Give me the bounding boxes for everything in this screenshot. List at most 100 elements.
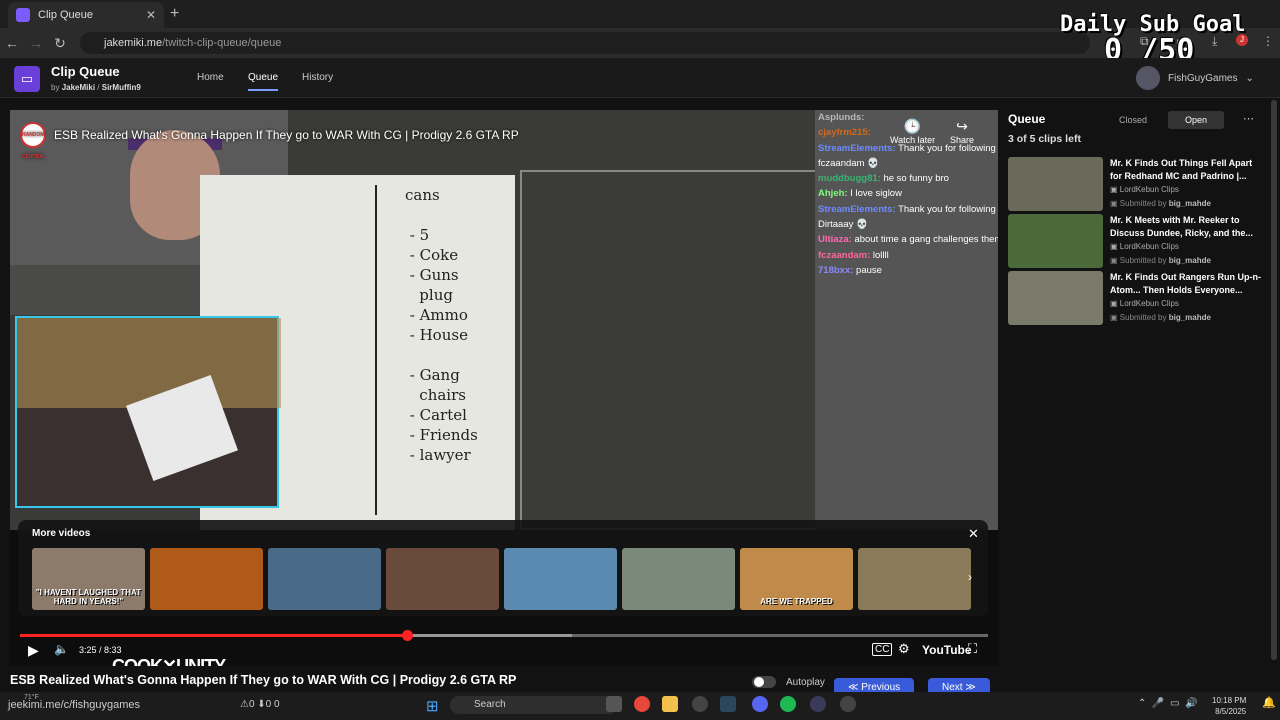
tab-title: Clip Queue: [38, 9, 94, 21]
autoplay-toggle[interactable]: Autoplay: [752, 676, 825, 688]
related-video-thumbnail[interactable]: [858, 548, 971, 610]
chevron-down-icon: ⌄: [1245, 72, 1254, 84]
user-icon: ▣: [1110, 313, 1120, 322]
app3-icon[interactable]: [840, 696, 856, 712]
related-video-thumbnail[interactable]: [150, 548, 263, 610]
tab-close-icon[interactable]: ✕: [146, 8, 156, 22]
queue-item-title[interactable]: Mr. K Meets with Mr. Reeker to Discuss D…: [1110, 214, 1266, 239]
whiteboard-text: cans - 5 - Coke - Guns plug - Ammo - Hou…: [405, 186, 478, 464]
more-videos-panel: More videos ✕ "I HAVENT LAUGHED THAT HAR…: [18, 520, 988, 616]
tab-favicon-icon: [16, 8, 30, 22]
play-icon[interactable]: ▶: [28, 642, 39, 659]
chat-username: StreamElements:: [818, 142, 896, 154]
chat-message: 718bxx: pause: [818, 263, 998, 278]
chrome-icon[interactable]: [634, 696, 650, 712]
progress-bar[interactable]: [20, 630, 988, 641]
app-title: Clip Queue: [51, 64, 120, 79]
chat-username: 718bxx:: [818, 264, 854, 276]
queue-item-thumbnail[interactable]: [1008, 157, 1103, 211]
queue-item-thumbnail[interactable]: [1008, 271, 1103, 325]
address-bar[interactable]: jakemiki.me/twitch-clip-queue/queue: [80, 32, 1090, 54]
channel-badge[interactable]: RANDOM CENTRAL: [20, 122, 46, 160]
search-label: Search: [474, 699, 506, 710]
notification-bell-icon[interactable]: 🔔: [1262, 696, 1276, 709]
share-button[interactable]: ↪ Share: [950, 118, 974, 145]
queue-closed-tab[interactable]: Closed: [1098, 111, 1168, 129]
reload-icon[interactable]: ↻: [48, 35, 72, 52]
volume-icon[interactable]: 🔈: [54, 642, 69, 656]
app-header: [0, 58, 1280, 98]
user-icon: ▣: [1110, 199, 1120, 208]
queue-item-title[interactable]: Mr. K Finds Out Rangers Run Up-n-Atom...…: [1110, 271, 1266, 296]
related-video-thumbnail[interactable]: "I HAVENT LAUGHED THAT HARD IN YEARS!": [32, 548, 145, 610]
channel-name: LordKebun Clips: [1119, 242, 1179, 251]
discord-icon[interactable]: [752, 696, 768, 712]
user-menu[interactable]: FishGuyGames ⌄: [1136, 66, 1254, 90]
taskbar-clock[interactable]: 10:18 PM 8/5/2025: [1212, 695, 1246, 717]
forward-icon[interactable]: →: [24, 35, 48, 51]
chevron-right-icon[interactable]: ›: [968, 570, 972, 584]
file-explorer-icon[interactable]: [662, 696, 678, 712]
youtube-logo[interactable]: YouTube: [922, 643, 972, 657]
submitted-by-label: Submitted by: [1119, 256, 1167, 265]
related-video-thumbnail[interactable]: ARE WE TRAPPED: [740, 548, 853, 610]
related-video-thumbnail[interactable]: [268, 548, 381, 610]
browser-tab[interactable]: Clip Queue ✕: [8, 2, 164, 28]
windows-start-icon[interactable]: ⊞: [426, 697, 439, 715]
app-icon[interactable]: [692, 696, 708, 712]
app-logo-icon[interactable]: ▭: [14, 66, 40, 92]
steam-icon[interactable]: [720, 696, 736, 712]
more-options-icon[interactable]: ⋯: [1243, 112, 1254, 125]
chat-username: Ultiaza:: [818, 234, 852, 246]
captions-icon[interactable]: CC: [872, 643, 893, 656]
related-video-thumbnail[interactable]: [386, 548, 499, 610]
app2-icon[interactable]: [810, 696, 826, 712]
queue-item[interactable]: Mr. K Finds Out Things Fell Apart for Re…: [1008, 157, 1266, 211]
credits-sep: /: [97, 83, 100, 92]
video-player[interactable]: cans - 5 - Coke - Guns plug - Ammo - Hou…: [10, 110, 998, 666]
gear-icon[interactable]: ⚙: [898, 641, 910, 657]
nav-home[interactable]: Home: [197, 72, 224, 83]
back-icon[interactable]: ←: [0, 35, 24, 51]
sponsor-logo: COOK✕UNITY: [112, 656, 226, 666]
system-tray[interactable]: ⌃ 🎤 ▭ 🔊: [1138, 698, 1197, 709]
nav-queue[interactable]: Queue: [248, 72, 279, 91]
queue-item-title[interactable]: Mr. K Finds Out Things Fell Apart for Re…: [1110, 157, 1266, 182]
chat-username: Ahjeh:: [818, 188, 848, 200]
queue-item[interactable]: Mr. K Finds Out Rangers Run Up-n-Atom...…: [1008, 271, 1266, 325]
queue-item-submitter: ▣ Submitted by big_mahde: [1110, 256, 1211, 265]
queue-item-submitter: ▣ Submitted by big_mahde: [1110, 313, 1211, 322]
channel-icon: ▣: [1110, 185, 1120, 194]
taskbar-search[interactable]: Search: [450, 696, 618, 714]
clock-time: 10:18 PM: [1212, 696, 1247, 705]
close-icon[interactable]: ✕: [968, 526, 979, 542]
video-title[interactable]: ESB Realized What's Gonna Happen If They…: [54, 128, 519, 142]
webcam-inset: [15, 316, 281, 508]
channel-name: LordKebun Clips: [1119, 185, 1179, 194]
queue-item[interactable]: Mr. K Meets with Mr. Reeker to Discuss D…: [1008, 214, 1266, 268]
spotify-icon[interactable]: [780, 696, 796, 712]
related-video-thumbnail[interactable]: [622, 548, 735, 610]
queue-open-tab[interactable]: Open: [1168, 111, 1224, 129]
watch-later-button[interactable]: 🕒 Watch later: [890, 118, 935, 145]
video-title-overlay[interactable]: RANDOM CENTRAL ESB Realized What's Gonna…: [20, 122, 519, 160]
channel-icon: ▣: [1110, 299, 1120, 308]
queue-item-submitter: ▣ Submitted by big_mahde: [1110, 199, 1211, 208]
new-tab-icon[interactable]: +: [170, 5, 179, 23]
credits-author-jakemiki[interactable]: JakeMiki: [62, 83, 95, 92]
related-video-thumbnail[interactable]: [504, 548, 617, 610]
browser-menu-icon[interactable]: ⋮: [1262, 34, 1274, 48]
toggle-switch[interactable]: [752, 676, 776, 688]
chat-message: Ahjeh: I love siglow: [818, 186, 998, 201]
queue-item-thumbnail[interactable]: [1008, 214, 1103, 268]
scrubber-handle[interactable]: [402, 630, 414, 641]
scrollbar[interactable]: [1271, 100, 1277, 660]
clip-title: ESB Realized What's Gonna Happen If They…: [10, 673, 517, 687]
username: FishGuyGames: [1168, 72, 1238, 84]
chat-message: fczaandam: lollll: [818, 248, 998, 263]
nav-history[interactable]: History: [302, 72, 333, 83]
taskview-icon[interactable]: [606, 696, 622, 712]
fullscreen-icon[interactable]: ⛶: [968, 641, 977, 657]
credits-author-sirmuffin[interactable]: SirMuffin9: [102, 83, 141, 92]
share-label: Share: [950, 135, 975, 145]
